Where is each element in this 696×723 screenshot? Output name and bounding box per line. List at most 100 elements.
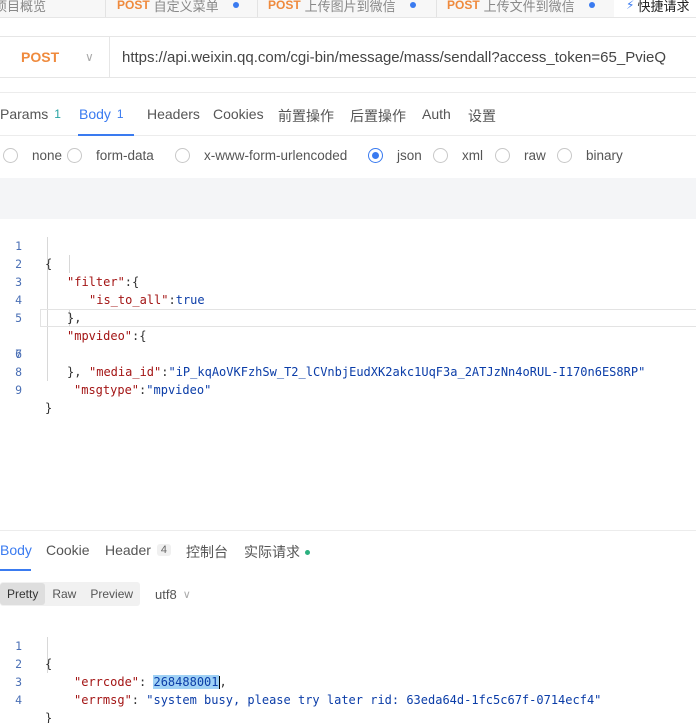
unsaved-dot-icon [409,2,416,8]
tab-auth-label: Auth [422,106,451,122]
tab-label: 快捷请求 [637,0,690,14]
code-text: } [45,711,53,723]
tab-label: 上传文件到微信 [483,0,575,14]
code-line: 2 "filter":{ [0,237,696,289]
tab-cookies-label: Cookies [213,106,264,122]
response-format-bar: Pretty Raw Preview utf8 ∨ [0,582,191,606]
bolt-icon: ⚡ [626,0,635,12]
format-toggle-group: Pretty Raw Preview [0,582,141,606]
method-value: POST [21,49,60,65]
code-text: } [45,401,53,415]
radio-form-data[interactable]: form-data [67,148,154,163]
encoding-value: utf8 [155,586,177,602]
tab-params-label: Params [0,106,49,122]
radio-circle-icon [368,148,383,163]
tab-label: Body [0,542,32,558]
response-body-viewer[interactable]: 1 { 2 "errcode": 268488001, 3 "errmsg": … [0,619,696,723]
radio-circle-icon [433,148,448,163]
tab-console[interactable]: 控制台 [186,542,228,562]
tab-label: 控制台 [186,544,228,560]
code-line: 5 "mpvideo":{ [0,291,696,343]
tab-label: 实际请求 [244,544,300,560]
json-key: "errmsg" [74,693,132,707]
tab-quick-request[interactable]: ⚡ 快捷请求 [614,0,696,17]
tab-auth[interactable]: Auth [422,106,451,122]
current-line-highlight [40,309,696,327]
tab-method: POST [447,0,480,12]
tab-pre-request-label: 前置操作 [278,108,334,124]
tab-divider [436,0,437,17]
tab-body-label: Body [79,106,111,122]
radio-binary[interactable]: binary [557,148,623,163]
tab-method: POST [117,0,150,12]
code-line: 4 } [0,673,696,723]
encoding-select[interactable]: utf8 ∨ [155,587,191,602]
code-text: "msgtype":"mpvideo" [74,383,212,397]
radio-x-www-form-urlencoded[interactable]: x-www-form-urlencoded [175,148,347,163]
chevron-down-icon: ∨ [182,588,191,601]
radio-label: x-www-form-urlencoded [204,148,348,163]
status-dot-icon [305,549,310,555]
radio-label: form-data [96,148,154,163]
active-tab-indicator [78,134,134,136]
format-pretty-button[interactable]: Pretty [0,583,46,605]
radio-circle-icon [175,148,190,163]
active-tab-indicator [0,569,31,571]
code-text: "errmsg": "system busy, please try later… [74,693,602,707]
response-tabs: Body Cookie Header 4 控制台 实际请求 [0,530,696,572]
format-raw-button[interactable]: Raw [45,583,83,605]
code-line: 3 "is_to_all":true [0,255,696,307]
radio-none[interactable]: none [3,148,62,163]
url-input[interactable]: https://api.weixin.qq.com/cgi-bin/messag… [122,49,666,66]
tab-response-header[interactable]: Header 4 [105,542,172,558]
tab-response-body[interactable]: Body [0,542,32,558]
chevron-down-icon: ∨ [85,50,94,64]
line-number: 9 [15,383,22,397]
method-select[interactable]: POST ∨ [0,36,110,78]
tab-response-cookie[interactable]: Cookie [46,542,90,558]
tab-label: 项目概览 [0,0,47,14]
tab-upload-image[interactable]: POST 上传图片到微信 [268,0,416,17]
tab-body[interactable]: Body 1 [79,106,124,122]
json-value: "mpvideo" [146,383,212,397]
tab-label: Header [105,542,151,558]
tab-params-count: 1 [54,107,61,121]
header-count-badge: 4 [156,544,172,556]
tab-params[interactable]: Params 1 [0,106,61,122]
json-value: "system busy, please try later rid: 63ed… [146,693,602,707]
unsaved-dot-icon [588,2,595,8]
editor-toolbar [0,178,696,219]
radio-xml[interactable]: xml [433,148,483,163]
tab-settings[interactable]: 设置 [468,106,496,126]
radio-circle-icon [3,148,18,163]
tab-project-overview[interactable]: 项目概览 [0,0,47,17]
code-line: 7 }, [0,327,696,379]
unsaved-dot-icon [232,2,239,8]
radio-json[interactable]: json [368,148,422,163]
tab-custom-menu[interactable]: POST 自定义菜单 [117,0,239,17]
code-line: 4 }, [0,273,696,325]
tab-headers-label: Headers [147,106,200,122]
tab-headers[interactable]: Headers [147,106,200,122]
tab-post-request-label: 后置操作 [350,108,406,124]
tab-label: 自定义菜单 [153,0,219,14]
tab-label: Cookie [46,542,90,558]
tab-cookies[interactable]: Cookies [213,106,264,122]
code-line: 3 "errmsg": "system busy, please try lat… [0,655,696,707]
radio-raw[interactable]: raw [495,148,546,163]
json-key: "msgtype" [74,383,140,397]
radio-circle-icon [495,148,510,163]
tab-actual-request[interactable]: 实际请求 [244,542,310,562]
url-bar: POST ∨ https://api.weixin.qq.com/cgi-bin… [0,36,696,78]
radio-label: binary [586,148,623,163]
tab-post-request[interactable]: 后置操作 [350,106,406,126]
code-line: 9 } [0,363,696,415]
format-preview-button[interactable]: Preview [83,583,140,605]
tab-divider [105,0,106,17]
code-line: 1 { [0,619,696,671]
tab-pre-request[interactable]: 前置操作 [278,106,334,126]
tab-divider [257,0,258,17]
tab-upload-file[interactable]: POST 上传文件到微信 [447,0,595,17]
request-body-editor[interactable]: 1 { 2 "filter":{ 3 "is_to_all":true 4 },… [0,219,696,519]
radio-label: json [397,148,422,163]
